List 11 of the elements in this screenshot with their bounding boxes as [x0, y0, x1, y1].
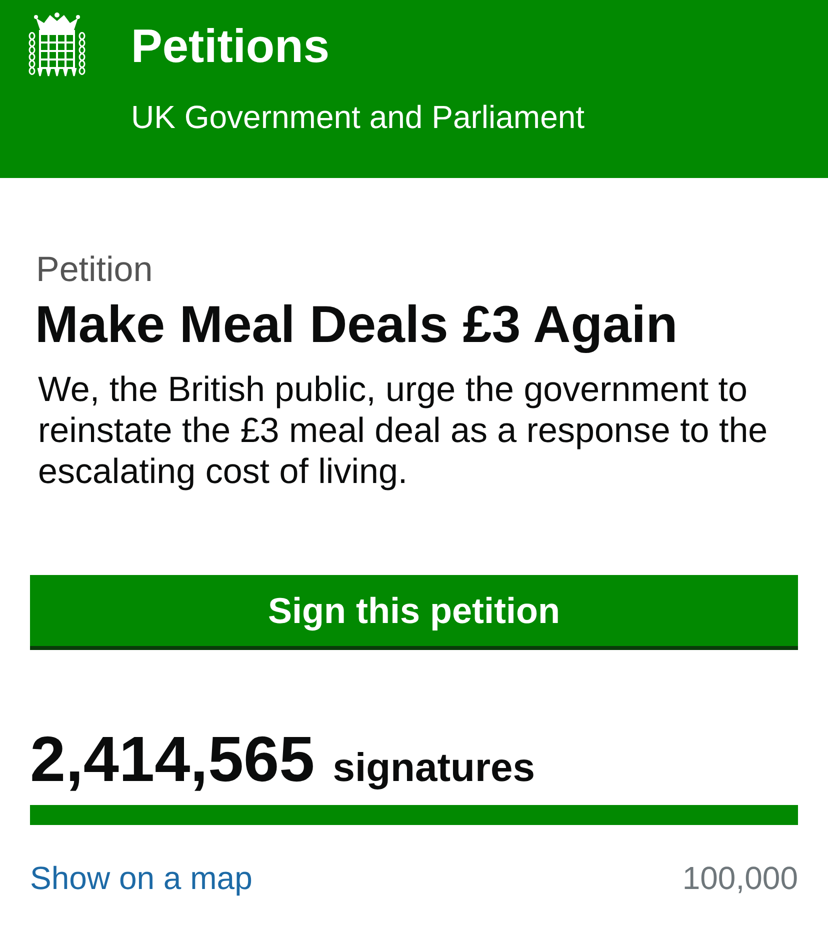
signature-threshold: 100,000: [682, 859, 798, 897]
petition-description: We, the British public, urge the government to reinstate the £3 meal deal as a response to the escalating cost of living.: [38, 369, 769, 492]
signatures-label: signatures: [332, 746, 536, 790]
show-on-map-link[interactable]: Show on a map: [30, 859, 252, 897]
sign-petition-button[interactable]: Sign this petition: [30, 575, 798, 650]
site-subtitle: UK Government and Parliament: [131, 98, 585, 136]
site-title[interactable]: Petitions: [131, 20, 585, 72]
signature-count: 2,414,565: [30, 727, 315, 791]
portcullis-icon: [28, 12, 86, 78]
petition-label: Petition: [36, 250, 154, 290]
petition-title: Make Meal Deals £3 Again: [35, 297, 679, 353]
